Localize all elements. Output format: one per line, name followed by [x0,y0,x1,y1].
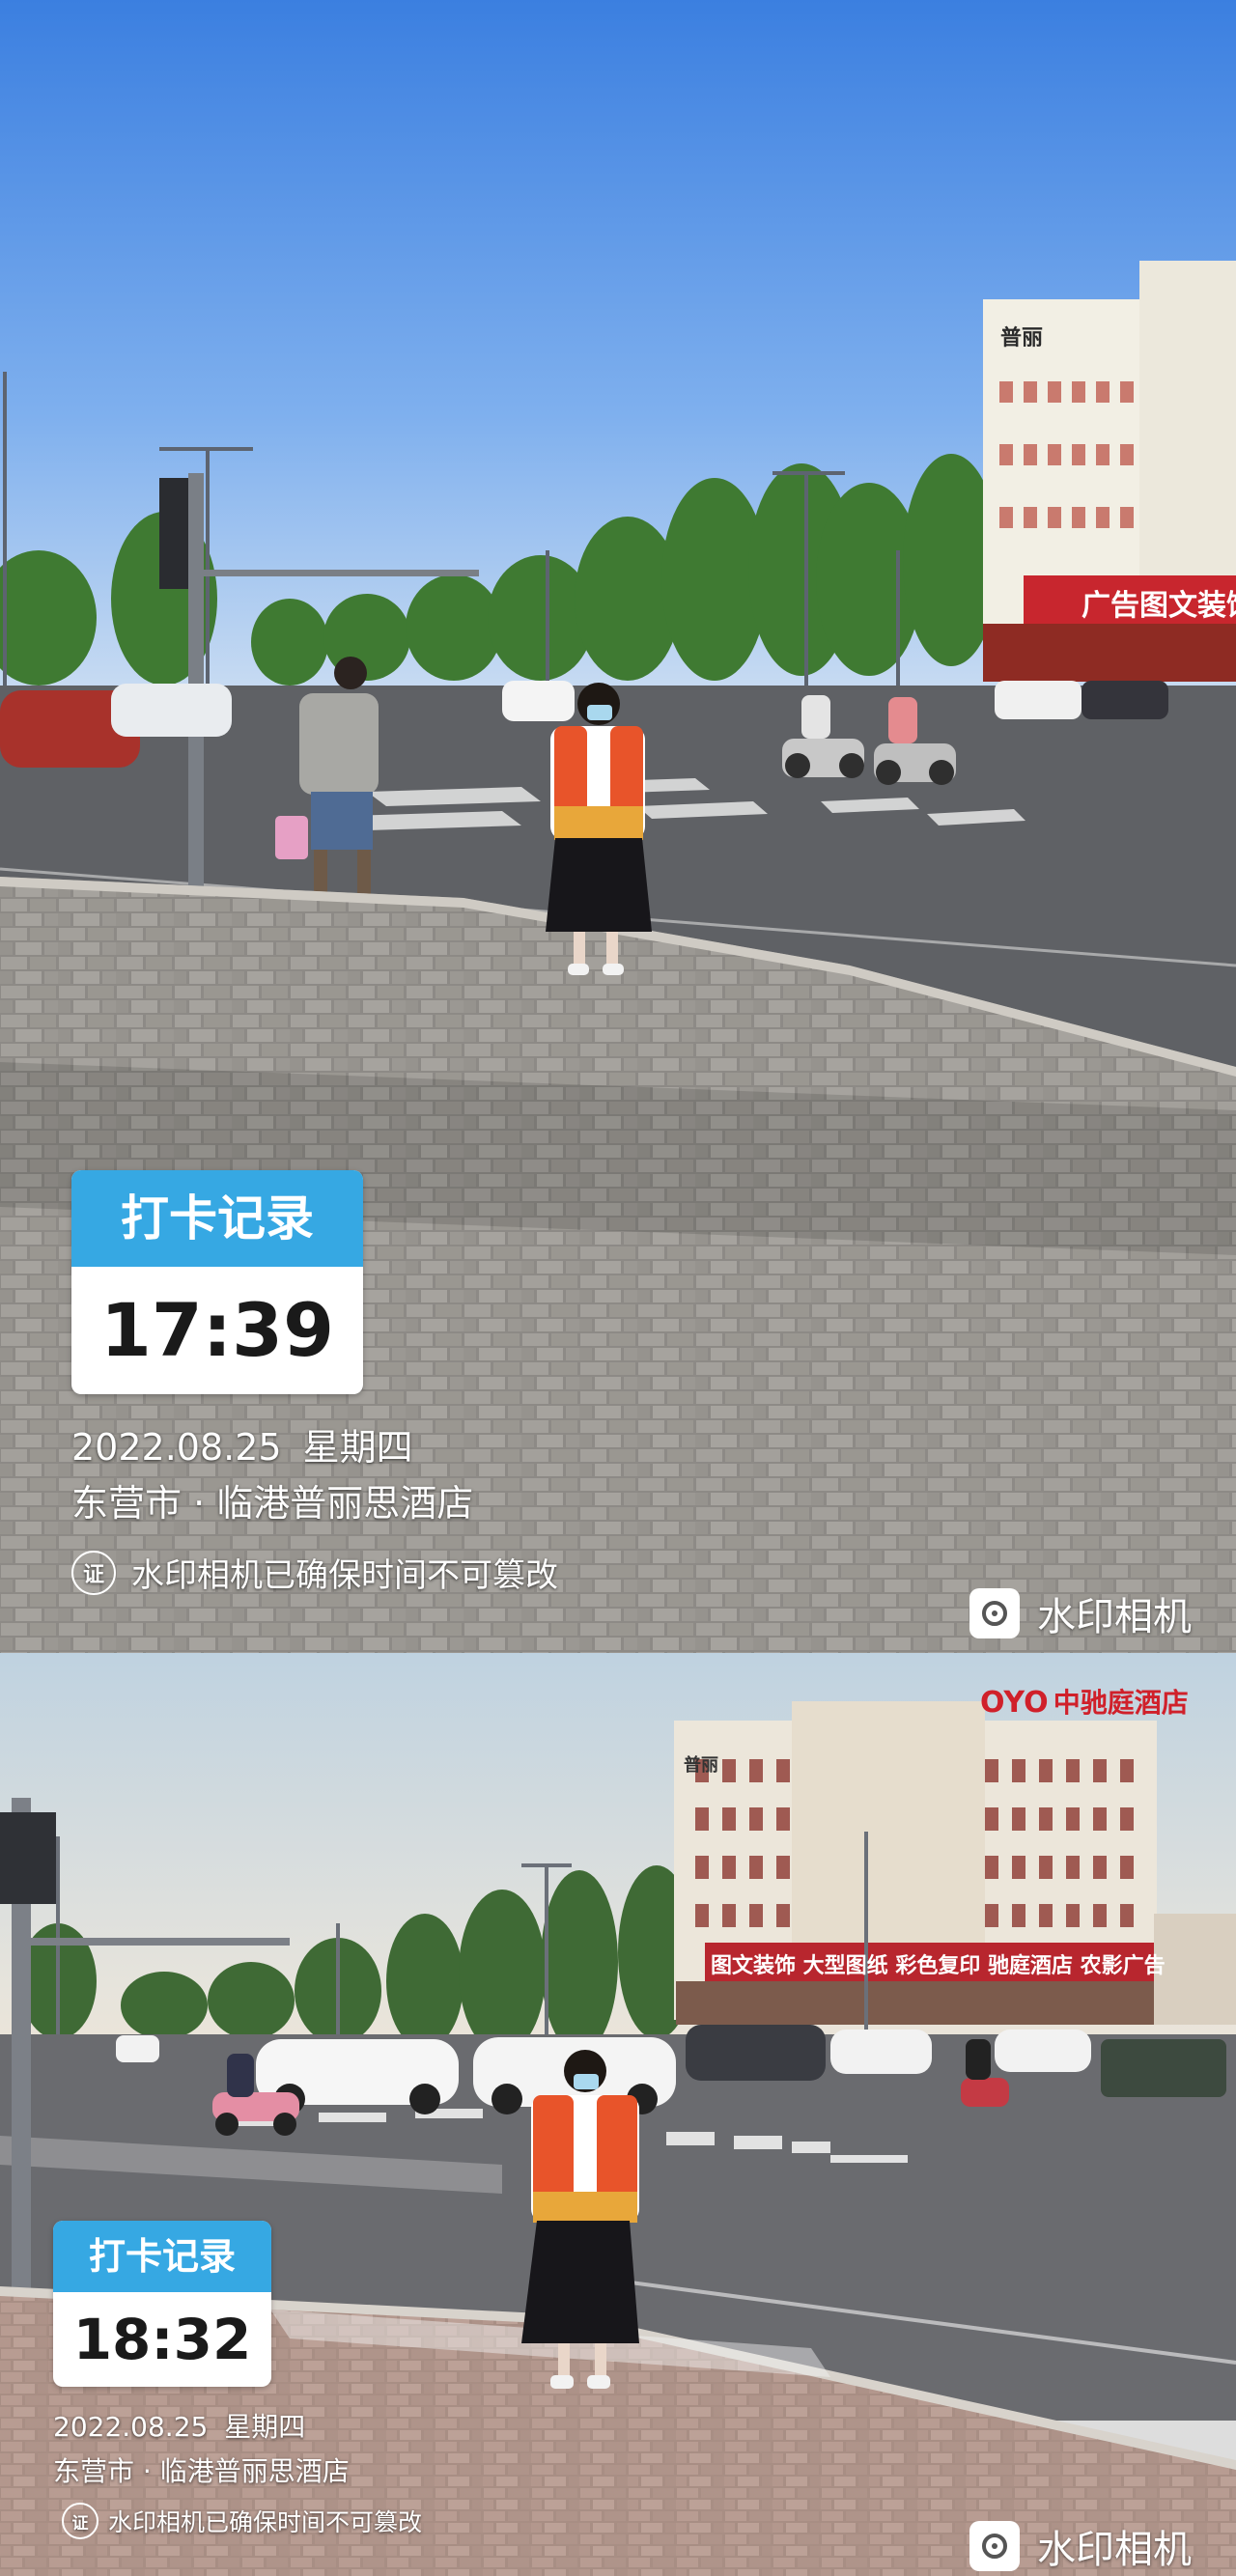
weekday-text: 星期四 [302,1426,413,1469]
certificate-icon: 证 [71,1550,116,1595]
certificate-icon: 证 [62,2503,98,2539]
weekday-text: 星期四 [224,2411,306,2443]
checkin-title: 打卡记录 [53,2221,271,2292]
street-scene-1 [0,0,1236,1653]
date-text: 2022.08.25 [53,2411,209,2443]
camera-logo-icon [969,2521,1020,2571]
date-line: 2022.08.25 星期四 [53,2406,305,2445]
tamper-proof-note: 证 水印相机已确保时间不可篡改 [62,2503,422,2539]
location-text: 东营市 · 临港普丽思酒店 [53,2455,350,2487]
hotel-brand-oyo: OYO [980,1686,1049,1720]
checkin-title: 打卡记录 [71,1170,363,1267]
checkin-card: 打卡记录 18:32 [53,2221,271,2387]
watermark-brand: 水印相机 [969,2518,1192,2574]
building-top-sign: 普丽 [1000,326,1044,350]
hotel-rooftop-sign: OYO 中驰庭酒店 [980,1682,1189,1721]
date-line: 2022.08.25 星期四 [71,1417,413,1470]
checkin-time: 17:39 [100,1287,334,1373]
shop-sign: 广告图文装饰 [1082,589,1236,623]
tamper-proof-note: 证 水印相机已确保时间不可篡改 [71,1549,558,1596]
checkin-card: 打卡记录 17:39 [71,1170,363,1394]
location-text: 东营市 · 临港普丽思酒店 [71,1482,474,1525]
brand-name: 水印相机 [1037,1595,1192,1639]
shopfront-sign: 图文装饰 大型图纸 彩色复印 驰庭酒店 农影广告 [711,1954,1166,1978]
building-top-sign: 普丽 [684,1755,718,1776]
checkin-time: 18:32 [72,2307,252,2372]
checkin-stamp: 打卡记录 17:39 [71,1170,363,1394]
hotel-name-sign: 中驰庭酒店 [1053,1687,1189,1719]
camera-logo-icon [969,1588,1020,1638]
watermark-brand: 水印相机 [969,1585,1192,1641]
tamper-proof-text: 水印相机已确保时间不可篡改 [108,2508,423,2536]
photo-1: 普丽 广告图文装饰 打卡记录 17:39 2022.08.25 星期四 东营市 … [0,0,1236,1653]
checkin-stamp: 打卡记录 18:32 [53,2221,271,2387]
date-text: 2022.08.25 [71,1426,282,1469]
tamper-proof-text: 水印相机已确保时间不可篡改 [131,1556,558,1595]
photo-2: OYO 中驰庭酒店 普丽 图文装饰 大型图纸 彩色复印 驰庭酒店 农影广告 打卡… [0,1653,1236,2576]
brand-name: 水印相机 [1037,2528,1192,2572]
